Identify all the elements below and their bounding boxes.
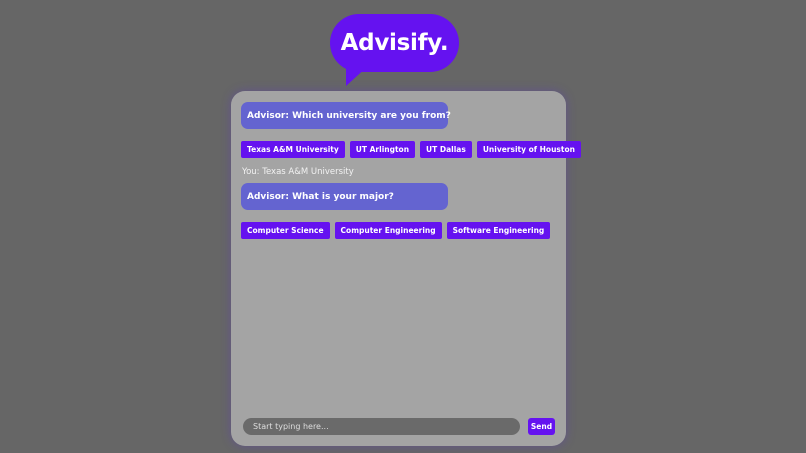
advisor-message: Advisor: What is your major? <box>241 183 448 210</box>
logo-text: Advisify. <box>340 30 449 56</box>
option-computer-engineering-button[interactable]: Computer Engineering <box>334 222 442 239</box>
university-options: Texas A&M University UT Arlington UT Dal… <box>241 141 581 158</box>
logo: Advisify. <box>330 14 459 72</box>
option-university-of-houston-button[interactable]: University of Houston <box>476 141 581 158</box>
app-page: Advisify. Advisor: Which university are … <box>0 0 806 453</box>
option-ut-dallas-button[interactable]: UT Dallas <box>420 141 472 158</box>
option-texas-am-university-button[interactable]: Texas A&M University <box>241 141 345 158</box>
send-button[interactable]: Send <box>528 418 555 435</box>
chat-input[interactable] <box>243 418 520 435</box>
option-computer-science-button[interactable]: Computer Science <box>241 222 330 239</box>
option-software-engineering-button[interactable]: Software Engineering <box>446 222 551 239</box>
chat-input-wrapper <box>243 418 520 435</box>
major-options: Computer Science Computer Engineering So… <box>241 222 551 239</box>
user-message: You: Texas A&M University <box>242 167 354 177</box>
option-ut-arlington-button[interactable]: UT Arlington <box>349 141 416 158</box>
chat-panel: Advisor: Which university are you from? … <box>231 91 581 446</box>
advisor-message: Advisor: Which university are you from? <box>241 102 451 129</box>
